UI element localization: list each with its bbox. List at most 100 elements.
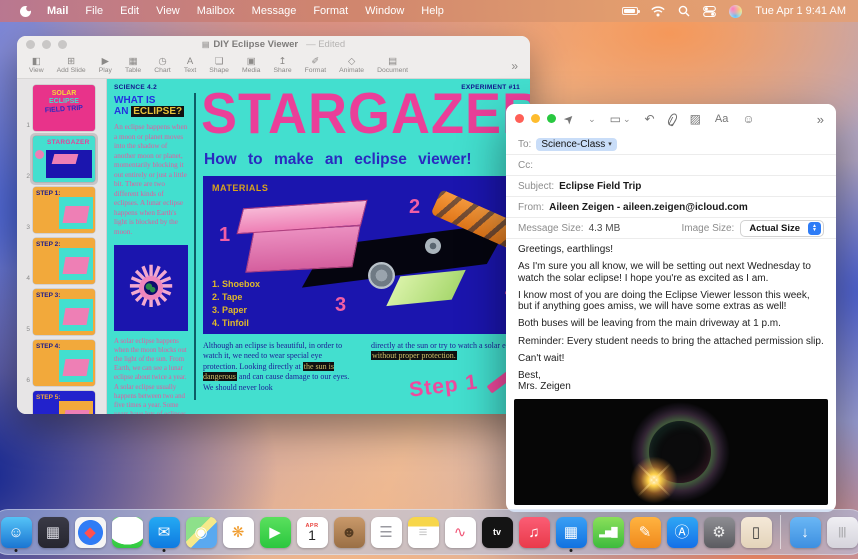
menu-mailbox[interactable]: Mailbox — [197, 5, 235, 17]
keynote-toolbar-share[interactable]: ↥Share — [273, 57, 291, 74]
keynote-toolbar-animate[interactable]: ◇Animate — [339, 57, 364, 74]
dock-item-app-store[interactable]: Ⓐ — [665, 512, 699, 552]
dock-item-downloads[interactable]: ↓ — [788, 512, 822, 552]
dock-item-mail[interactable]: ✉ — [147, 512, 181, 552]
eclipse-photo-attachment[interactable] — [514, 399, 828, 505]
chart-icon: ◷ — [158, 57, 166, 66]
dock-item-music[interactable]: ♫ — [517, 512, 551, 552]
menu-app-name[interactable]: Mail — [47, 5, 68, 17]
send-icon[interactable]: ➤ — [561, 111, 577, 127]
slide-kicker-left: SCIENCE 4.2 — [114, 84, 157, 91]
minimize-button[interactable] — [531, 114, 540, 123]
keynote-titlebar[interactable]: ▤ DIY Eclipse Viewer — Edited — [17, 36, 530, 53]
body-paragraph: Best, Mrs. Zeigen — [518, 370, 824, 393]
app-store-icon: Ⓐ — [667, 517, 698, 548]
wifi-icon[interactable] — [651, 6, 665, 17]
size-row: Message Size: 4.3 MB Image Size: Actual … — [506, 218, 836, 239]
keynote-toolbar-shape[interactable]: ❏Shape — [209, 57, 229, 74]
slide-thumbnail-2[interactable]: 2STARGAZER — [17, 136, 106, 182]
keynote-toolbar: ◧View ⊞Add Slide ▶Play ▦Table ◷Chart AText ❏Sh… — [17, 53, 530, 79]
send-options-chevron-icon[interactable]: ⌄ — [588, 115, 596, 124]
tv-icon: tv — [482, 517, 513, 548]
slide-canvas[interactable]: SCIENCE 4.2 EXPERIMENT #11 WHAT IS AN EC… — [107, 79, 530, 414]
close-button[interactable] — [26, 40, 35, 49]
menu-message[interactable]: Message — [252, 5, 297, 17]
apple-menu-icon[interactable] — [20, 6, 31, 17]
undo-icon[interactable]: ↶ — [645, 113, 655, 125]
slide-thumbnail-1[interactable]: 1SOLARECLIPSEFIELD TRIP — [17, 85, 106, 131]
dock-item-finder[interactable]: ☺ — [0, 512, 33, 552]
close-button[interactable] — [515, 114, 524, 123]
document-icon: ▤ — [202, 40, 210, 49]
menu-window[interactable]: Window — [365, 5, 404, 17]
keynote-toolbar-media[interactable]: ▣Media — [242, 57, 261, 74]
dock-item-freeform[interactable]: ∿ — [443, 512, 477, 552]
dock-item-reminders[interactable]: ☰ — [369, 512, 403, 552]
dock-item-pages[interactable]: ✎ — [628, 512, 662, 552]
slide-thumbnail-4[interactable]: 4STEP 2: — [17, 238, 106, 284]
zoom-button[interactable] — [547, 114, 556, 123]
keynote-toolbar-format[interactable]: ✐Format — [305, 57, 327, 74]
siri-icon[interactable] — [729, 5, 742, 18]
header-fields-icon[interactable]: ▭⌄ — [610, 113, 631, 125]
menu-file[interactable]: File — [85, 5, 103, 17]
eclipse-paragraph-1: An eclipse happens when a moon or planet… — [114, 123, 190, 237]
slide-thumbnail-7[interactable]: 7STEP 5: — [17, 391, 106, 414]
keynote-toolbar-view[interactable]: ◧View — [29, 57, 44, 74]
dock-item-launchpad[interactable]: ▦ — [36, 512, 70, 552]
dock-item-facetime[interactable]: ▶ — [258, 512, 292, 552]
zoom-button[interactable] — [58, 40, 67, 49]
dock-item-iphone-mirroring[interactable]: ▯ — [739, 512, 773, 552]
dock-item-contacts[interactable]: ☻ — [332, 512, 366, 552]
cc-field[interactable]: Cc: — [506, 155, 836, 176]
dock-item-maps[interactable]: ◉ — [184, 512, 218, 552]
menu-clock[interactable]: Tue Apr 1 9:41 AM — [755, 5, 846, 17]
dock-item-keynote[interactable]: ▦ — [554, 512, 588, 552]
keynote-toolbar-add-slide[interactable]: ⊞Add Slide — [57, 57, 86, 74]
keynote-toolbar-chart[interactable]: ◷Chart — [154, 57, 171, 74]
format-icon[interactable]: Aa — [715, 114, 728, 125]
emoji-icon[interactable]: ☺ — [742, 113, 754, 125]
slide-thumbnail-6[interactable]: 6STEP 4: — [17, 340, 106, 386]
keynote-toolbar-document[interactable]: ▤Document — [377, 57, 408, 74]
subject-field[interactable]: Subject: Eclipse Field Trip — [506, 176, 836, 197]
message-body[interactable]: Greetings, earthlings!As I'm sure you al… — [506, 239, 836, 393]
open-indicator-dot — [15, 549, 18, 552]
keynote-toolbar-text[interactable]: AText — [184, 57, 196, 74]
calendar-icon: APR1 — [297, 517, 328, 548]
keynote-toolbar-table[interactable]: ▦Table — [125, 57, 141, 74]
menu-view[interactable]: View — [156, 5, 180, 17]
slide-thumbnail-3[interactable]: 3STEP 1: — [17, 187, 106, 233]
from-field[interactable]: From: Aileen Zeigen - aileen.zeigen@iclo… — [506, 197, 836, 218]
toolbar-overflow-icon[interactable]: » — [817, 113, 824, 126]
dock-item-numbers[interactable]: ▂▅█ — [591, 512, 625, 552]
reminders-icon: ☰ — [371, 517, 402, 548]
keynote-toolbar-play[interactable]: ▶Play — [99, 57, 112, 74]
dock-item-safari[interactable]: ◆ — [73, 512, 107, 552]
dock-item-trash[interactable]: ||| — [825, 512, 858, 552]
attach-icon[interactable] — [666, 112, 678, 127]
menu-edit[interactable]: Edit — [120, 5, 139, 17]
insert-photo-icon[interactable]: ▨ — [690, 113, 701, 125]
share-icon: ↥ — [279, 57, 287, 66]
menu-help[interactable]: Help — [421, 5, 444, 17]
dock-item-messages[interactable] — [110, 512, 144, 552]
dock-item-system-settings[interactable]: ⚙ — [702, 512, 736, 552]
mail-toolbar[interactable]: ➤ ⌄ ▭⌄ ↶ ▨ Aa ☺ » — [506, 104, 836, 134]
recipient-token[interactable]: Science-Class ▾ — [536, 138, 616, 151]
menu-format[interactable]: Format — [313, 5, 348, 17]
toolbar-overflow-icon[interactable]: » — [511, 59, 518, 73]
dock-item-calendar[interactable]: APR1 — [295, 512, 329, 552]
control-center-icon[interactable] — [703, 5, 716, 18]
dock-item-notes[interactable]: ≡ — [406, 512, 440, 552]
dock-item-photos[interactable]: ❋ — [221, 512, 255, 552]
image-size-dropdown[interactable]: Actual Size ▲▼ — [740, 220, 824, 237]
menu-items: File Edit View Mailbox Message Format Window He… — [85, 5, 444, 17]
slide-thumbnail-5[interactable]: 5STEP 3: — [17, 289, 106, 335]
to-field[interactable]: To: Science-Class ▾ — [506, 134, 836, 155]
open-indicator-dot — [570, 549, 573, 552]
minimize-button[interactable] — [42, 40, 51, 49]
keynote-traffic-lights — [26, 40, 67, 49]
dock-item-tv[interactable]: tv — [480, 512, 514, 552]
search-icon[interactable] — [678, 5, 690, 17]
